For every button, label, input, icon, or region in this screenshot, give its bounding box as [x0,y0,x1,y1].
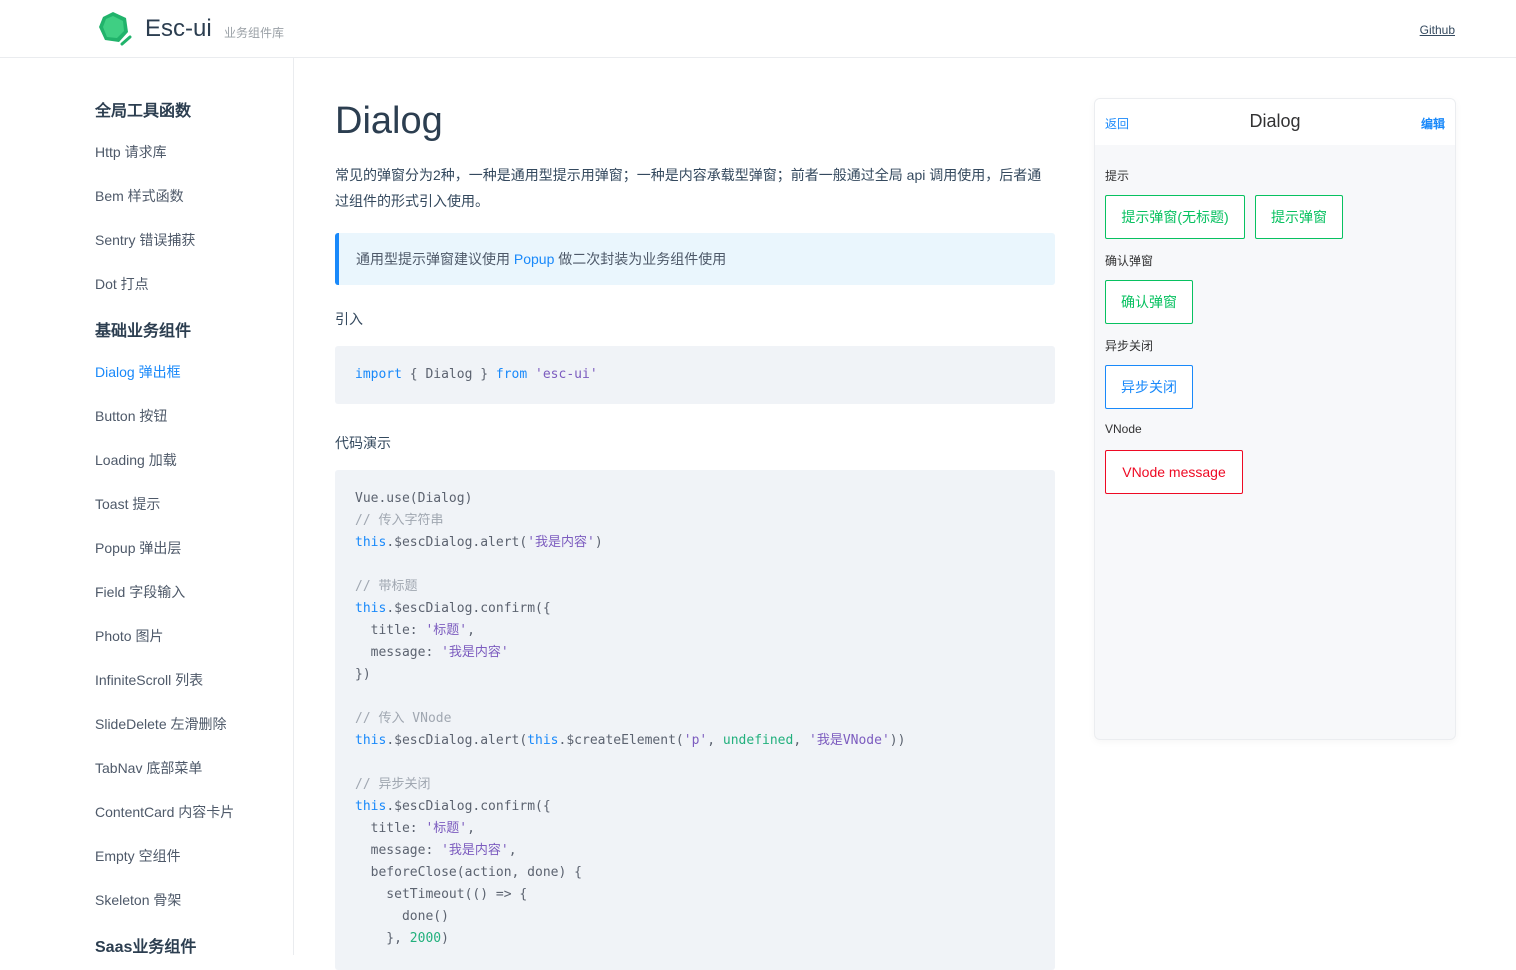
confirm-button[interactable]: 确认弹窗 [1105,280,1193,324]
code-line: Vue.use(Dialog) [355,491,473,506]
brand-name[interactable]: Esc-ui [145,14,212,44]
tip-text: 做二次封装为业务组件使用 [554,251,727,267]
sidebar: 全局工具函数 Http 请求库 Bem 样式函数 Sentry 错误捕获 Dot… [0,58,294,955]
sidebar-item-button[interactable]: Button 按钮 [95,406,167,426]
code-line: // 带标题 [355,579,418,594]
code-line: title: '标题', [355,821,475,836]
demo-code-block[interactable]: Vue.use(Dialog) // 传入字符串 this.$escDialog… [335,470,1055,970]
code-line: }, 2000) [355,931,449,946]
code-line: // 传入 VNode [355,711,452,726]
code-line: title: '标题', [355,623,475,638]
sidebar-item-sentry[interactable]: Sentry 错误捕获 [95,230,195,250]
sidebar-group-title: 全局工具函数 [95,103,192,120]
tip-callout: 通用型提示弹窗建议使用 Popup 做二次封装为业务组件使用 [335,233,1055,285]
github-link[interactable]: Github [1420,23,1455,37]
code-line: this.$escDialog.confirm({ [355,601,551,616]
section-label: 异步关闭 [1105,339,1154,353]
sidebar-item-infinitescroll[interactable]: InfiniteScroll 列表 [95,670,203,690]
edit-button[interactable]: 编辑 [1421,115,1445,132]
code-line: done() [355,909,449,924]
code-line: message: '我是内容' [355,645,509,660]
section-label: VNode [1105,422,1142,436]
sidebar-item-bem[interactable]: Bem 样式函数 [95,186,184,206]
sidebar-item-contentcard[interactable]: ContentCard 内容卡片 [95,802,234,822]
sidebar-item-photo[interactable]: Photo 图片 [95,626,163,646]
demo-simulator: 返回 Dialog 编辑 提示 提示弹窗(无标题) 提示弹窗 确认弹窗 确认弹窗… [1094,98,1456,740]
alert-button[interactable]: 提示弹窗 [1255,195,1343,239]
sidebar-group-title: Saas业务组件 [95,939,197,955]
section-label: 提示 [1105,169,1130,183]
top-header: Esc-ui 业务组件库 Github [0,0,1516,58]
simulator-navbar: 返回 Dialog 编辑 [1095,99,1455,145]
sidebar-item-skeleton[interactable]: Skeleton 骨架 [95,890,181,910]
simulator-title: Dialog [1249,111,1301,131]
sidebar-item-empty[interactable]: Empty 空组件 [95,846,181,866]
code-line: // 传入字符串 [355,513,444,528]
alert-no-title-button[interactable]: 提示弹窗(无标题) [1105,195,1245,239]
tip-text: 通用型提示弹窗建议使用 [356,251,514,267]
sidebar-item-loading[interactable]: Loading 加载 [95,450,177,470]
sidebar-group-title: 基础业务组件 [95,323,192,340]
brand-subtitle: 业务组件库 [224,26,285,40]
page-title: Dialog [335,100,443,142]
code-line: this.$escDialog.confirm({ [355,799,551,814]
popup-link[interactable]: Popup [514,251,554,267]
code-line: setTimeout(() => { [355,887,528,902]
code-line: this.$escDialog.alert(this.$createElemen… [355,733,906,748]
sidebar-item-dot[interactable]: Dot 打点 [95,274,149,294]
sidebar-item-field[interactable]: Field 字段输入 [95,582,185,602]
code-line: }) [355,667,371,682]
async-close-button[interactable]: 异步关闭 [1105,365,1193,409]
sidebar-item-dialog[interactable]: Dialog 弹出框 [95,362,181,382]
intro-paragraph: 常见的弹窗分为2种，一种是通用型提示用弹窗；一种是内容承载型弹窗；前者一般通过全… [335,167,1042,209]
code-line: // 异步关闭 [355,777,431,792]
sidebar-item-http[interactable]: Http 请求库 [95,142,167,162]
section-label: 确认弹窗 [1105,254,1154,268]
code-line: beforeClose(action, done) { [355,865,582,880]
demo-heading: 代码演示 [335,435,391,451]
code-line: this.$escDialog.alert('我是内容') [355,535,603,550]
logo-icon[interactable] [96,10,134,48]
code-line: message: '我是内容', [355,843,517,858]
sidebar-item-popup[interactable]: Popup 弹出层 [95,538,181,558]
import-code-block[interactable]: import { Dialog } from 'esc-ui' [335,346,1055,404]
code-line: import { Dialog } from 'esc-ui' [355,367,598,382]
sidebar-item-tabnav[interactable]: TabNav 底部菜单 [95,758,202,778]
sidebar-item-toast[interactable]: Toast 提示 [95,494,160,514]
import-heading: 引入 [335,311,363,327]
vnode-message-button[interactable]: VNode message [1105,450,1243,494]
sidebar-item-slidedelete[interactable]: SlideDelete 左滑删除 [95,714,227,734]
